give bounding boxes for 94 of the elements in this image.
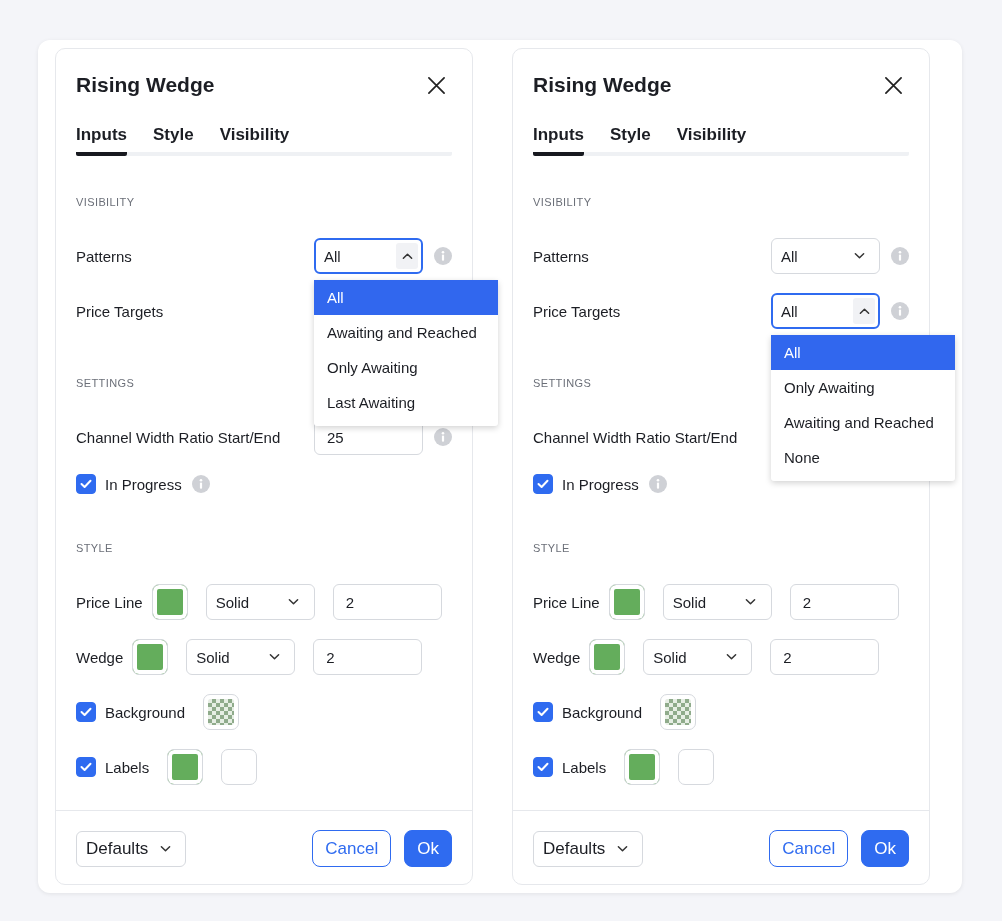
pattern-swatch[interactable] xyxy=(203,694,240,730)
checkbox-label: Labels xyxy=(105,758,150,776)
tab[interactable]: Visibility xyxy=(676,125,747,156)
info-icon[interactable] xyxy=(191,475,210,493)
text-input[interactable]: 2 xyxy=(789,584,899,620)
field-label: Price Line xyxy=(76,593,143,611)
info-icon[interactable] xyxy=(648,475,667,493)
dropdown[interactable]: Solid xyxy=(205,584,315,620)
checkmark-icon xyxy=(537,762,549,772)
text-input[interactable]: 2 xyxy=(313,639,423,675)
dialog-title: Rising Wedge xyxy=(76,73,215,97)
dropdown-option[interactable]: Last Awaiting xyxy=(314,385,498,420)
dialog-title: Rising Wedge xyxy=(533,73,672,97)
checkbox[interactable] xyxy=(533,474,553,494)
field-label: Wedge xyxy=(76,648,124,666)
caret-icon xyxy=(853,252,865,260)
caret-icon xyxy=(616,844,628,853)
dropdown-option[interactable]: Awaiting and Reached xyxy=(314,315,498,350)
info-icon[interactable] xyxy=(891,302,909,320)
checkbox-label: Background xyxy=(105,703,186,721)
checkbox[interactable] xyxy=(76,757,96,777)
ok-button[interactable]: Ok xyxy=(404,830,452,867)
checkbox[interactable] xyxy=(76,474,96,494)
cancel-button[interactable]: Cancel xyxy=(312,830,392,867)
color-swatch[interactable] xyxy=(151,584,188,620)
dropdown[interactable]: All xyxy=(771,293,880,329)
caret-icon xyxy=(401,252,413,260)
caret-icon xyxy=(159,844,171,853)
dropdown-option[interactable]: None xyxy=(771,440,955,475)
dropdown-option[interactable]: Only Awaiting xyxy=(314,350,498,385)
checkmark-icon xyxy=(80,479,92,489)
checkmark-icon xyxy=(537,479,549,489)
dropdown-option[interactable]: All xyxy=(771,335,955,370)
section-heading: STYLE xyxy=(76,541,113,555)
caret-icon xyxy=(858,307,870,315)
info-icon[interactable] xyxy=(434,247,452,265)
tab[interactable]: Visibility xyxy=(219,125,290,156)
checkbox-label: In Progress xyxy=(105,475,182,493)
dropdown[interactable]: Solid xyxy=(662,584,772,620)
checkbox-label: Background xyxy=(562,703,643,721)
field-label: Wedge xyxy=(533,648,581,666)
dropdown[interactable]: Defaults xyxy=(533,830,643,867)
checkmark-icon xyxy=(537,707,549,717)
field-label: Channel Width Ratio Start/End xyxy=(76,428,282,446)
close-icon[interactable] xyxy=(884,75,903,95)
field-label: Price Line xyxy=(533,593,600,611)
color-swatch[interactable] xyxy=(678,749,715,785)
text-input[interactable]: 2 xyxy=(770,639,880,675)
dropdown[interactable]: Solid xyxy=(186,639,296,675)
tab[interactable]: Inputs xyxy=(76,125,127,156)
ok-button[interactable]: Ok xyxy=(861,830,909,867)
color-swatch[interactable] xyxy=(624,749,661,785)
field-label: Price Targets xyxy=(76,302,165,320)
info-icon[interactable] xyxy=(891,247,909,265)
color-swatch[interactable] xyxy=(132,639,169,675)
tab[interactable]: Style xyxy=(153,125,194,156)
close-icon[interactable] xyxy=(427,75,446,95)
caret-icon xyxy=(288,598,300,606)
caret-icon xyxy=(745,598,757,606)
caret-icon xyxy=(268,653,280,661)
tab[interactable]: Style xyxy=(610,125,651,156)
dropdown[interactable]: All xyxy=(771,238,880,274)
dropdown-option[interactable]: Only Awaiting xyxy=(771,370,955,405)
checkbox[interactable] xyxy=(533,757,553,777)
section-heading: SETTINGS xyxy=(533,376,592,390)
color-swatch[interactable] xyxy=(589,639,626,675)
tab[interactable]: Inputs xyxy=(533,125,584,156)
dropdown[interactable]: Defaults xyxy=(76,830,186,867)
checkbox-label: In Progress xyxy=(562,475,639,493)
cancel-button[interactable]: Cancel xyxy=(769,830,849,867)
text-input[interactable]: 2 xyxy=(332,584,442,620)
dropdown-option[interactable]: Awaiting and Reached xyxy=(771,405,955,440)
section-heading: VISIBILITY xyxy=(76,195,135,209)
color-swatch[interactable] xyxy=(221,749,258,785)
field-label: Channel Width Ratio Start/End xyxy=(533,428,739,446)
field-label: Patterns xyxy=(533,247,590,265)
color-swatch[interactable] xyxy=(608,584,645,620)
section-heading: SETTINGS xyxy=(76,376,135,390)
section-heading: VISIBILITY xyxy=(533,195,592,209)
checkmark-icon xyxy=(80,707,92,717)
field-label: Price Targets xyxy=(533,302,622,320)
dropdown[interactable]: All xyxy=(314,238,423,274)
section-heading: STYLE xyxy=(533,541,570,555)
caret-icon xyxy=(725,653,737,661)
info-icon[interactable] xyxy=(434,428,452,446)
checkbox[interactable] xyxy=(76,702,96,722)
pattern-swatch[interactable] xyxy=(660,694,697,730)
checkbox-label: Labels xyxy=(562,758,607,776)
dropdown[interactable]: Solid xyxy=(643,639,753,675)
checkbox[interactable] xyxy=(533,702,553,722)
field-label: Patterns xyxy=(76,247,133,265)
dropdown-option[interactable]: All xyxy=(314,280,498,315)
color-swatch[interactable] xyxy=(167,749,204,785)
checkmark-icon xyxy=(80,762,92,772)
